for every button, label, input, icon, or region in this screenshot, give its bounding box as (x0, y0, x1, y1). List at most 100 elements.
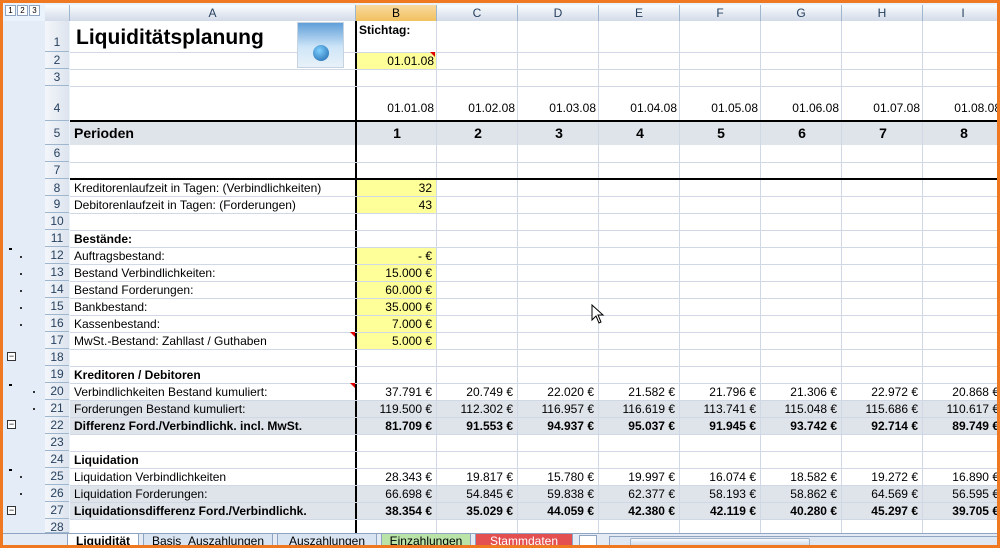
insert-sheet-icon[interactable] (579, 535, 597, 545)
date-cell[interactable]: 01.05.08 (682, 100, 758, 116)
date-cell[interactable]: 01.06.08 (763, 100, 839, 116)
row-header[interactable]: 12 (45, 247, 69, 264)
bestand-value-cell[interactable]: 35.000 € (358, 299, 432, 315)
value-cell[interactable]: 21.306 € (763, 384, 837, 400)
sheet-tab-einzahlungen[interactable]: Einzahlungen (381, 534, 471, 545)
row-header[interactable]: 15 (45, 298, 69, 315)
outline-level-3-button[interactable]: 3 (29, 5, 40, 16)
sheet-tab-auszahlungen[interactable]: Auszahlungen (277, 534, 377, 545)
row-header[interactable]: 27 (45, 502, 69, 519)
outline-collapse-button[interactable]: − (7, 352, 16, 361)
value-cell[interactable]: 20.749 € (439, 384, 513, 400)
value-cell[interactable]: 119.500 € (358, 401, 433, 417)
param-value-cell[interactable]: 43 (358, 197, 432, 213)
value-cell[interactable]: 116.619 € (601, 401, 676, 417)
value-cell[interactable]: 16.074 € (682, 469, 756, 485)
row-header[interactable]: 10 (45, 213, 69, 230)
value-cell[interactable]: 39.705 € (925, 503, 997, 519)
row-header[interactable]: 16 (45, 315, 69, 332)
column-header-a[interactable]: A (70, 5, 356, 21)
value-cell[interactable]: 91.945 € (682, 418, 756, 434)
sheet-tab-liquiditaet[interactable]: Liquidität (67, 534, 139, 545)
select-all-corner[interactable] (45, 5, 70, 21)
value-cell[interactable]: 58.862 € (763, 486, 837, 502)
value-cell[interactable]: 16.890 € (925, 469, 997, 485)
value-cell[interactable]: 21.796 € (682, 384, 756, 400)
value-cell[interactable]: 93.742 € (763, 418, 837, 434)
column-header-f[interactable]: F (680, 5, 761, 21)
row-header[interactable]: 23 (45, 434, 69, 451)
period-number[interactable]: 5 (681, 125, 761, 141)
horizontal-scrollbar[interactable] (609, 536, 997, 545)
date-cell[interactable]: 01.01.08 (358, 100, 434, 116)
value-cell[interactable]: 56.595 € (925, 486, 997, 502)
value-cell[interactable]: 115.048 € (763, 401, 838, 417)
value-cell[interactable]: 91.553 € (439, 418, 513, 434)
row-header[interactable]: 18 (45, 349, 69, 366)
row-header[interactable]: 5 (45, 121, 69, 145)
value-cell[interactable]: 115.686 € (844, 401, 919, 417)
row-header[interactable]: 3 (45, 69, 69, 86)
value-cell[interactable]: 81.709 € (358, 418, 432, 434)
value-cell[interactable]: 28.343 € (358, 469, 432, 485)
date-cell[interactable]: 01.07.08 (844, 100, 920, 116)
row-header[interactable]: 28 (45, 519, 69, 534)
value-cell[interactable]: 44.059 € (520, 503, 594, 519)
row-header[interactable]: 6 (45, 145, 69, 162)
value-cell[interactable]: 21.582 € (601, 384, 675, 400)
value-cell[interactable]: 19.997 € (601, 469, 675, 485)
value-cell[interactable]: 45.297 € (844, 503, 918, 519)
bestand-value-cell[interactable]: 5.000 € (358, 333, 432, 349)
row-header[interactable]: 17 (45, 332, 69, 349)
row-header[interactable]: 2 (45, 52, 69, 69)
row-header[interactable]: 21 (45, 400, 69, 417)
value-cell[interactable]: 54.845 € (439, 486, 513, 502)
value-cell[interactable]: 19.817 € (439, 469, 513, 485)
column-header-c[interactable]: C (437, 5, 518, 21)
value-cell[interactable]: 112.302 € (439, 401, 514, 417)
row-header[interactable]: 26 (45, 485, 69, 502)
cell-grid[interactable]: Liquiditätsplanung Stichtag: 01.01.08 01… (70, 21, 997, 533)
row-header[interactable]: 19 (45, 366, 69, 383)
row-header[interactable]: 13 (45, 264, 69, 281)
value-cell[interactable]: 35.029 € (439, 503, 513, 519)
value-cell[interactable]: 116.957 € (520, 401, 595, 417)
value-cell[interactable]: 95.037 € (601, 418, 675, 434)
date-cell[interactable]: 01.03.08 (520, 100, 596, 116)
row-header[interactable]: 4 (45, 86, 69, 121)
value-cell[interactable]: 42.380 € (601, 503, 675, 519)
outline-level-1-button[interactable]: 1 (5, 5, 16, 16)
bestand-value-cell[interactable]: 7.000 € (358, 316, 432, 332)
date-cell[interactable]: 01.08.08 (925, 100, 997, 116)
period-number[interactable]: 8 (924, 125, 997, 141)
sheet-tab-stammdaten[interactable]: Stammdaten (475, 534, 573, 545)
value-cell[interactable]: 42.119 € (682, 503, 756, 519)
outline-collapse-button[interactable]: − (7, 506, 16, 515)
value-cell[interactable]: 38.354 € (358, 503, 432, 519)
value-cell[interactable]: 37.791 € (358, 384, 432, 400)
row-header[interactable]: 25 (45, 468, 69, 485)
row-header[interactable]: 20 (45, 383, 69, 400)
value-cell[interactable]: 19.272 € (844, 469, 918, 485)
column-header-i[interactable]: I (923, 5, 997, 21)
scrollbar-thumb[interactable] (630, 538, 810, 545)
value-cell[interactable]: 89.749 € (925, 418, 997, 434)
column-header-d[interactable]: D (518, 5, 599, 21)
column-header-h[interactable]: H (842, 5, 923, 21)
value-cell[interactable]: 18.582 € (763, 469, 837, 485)
row-header[interactable]: 24 (45, 451, 69, 468)
value-cell[interactable]: 40.280 € (763, 503, 837, 519)
value-cell[interactable]: 62.377 € (601, 486, 675, 502)
outline-collapse-button[interactable]: − (7, 420, 16, 429)
row-header[interactable]: 14 (45, 281, 69, 298)
value-cell[interactable]: 22.972 € (844, 384, 918, 400)
column-header-e[interactable]: E (599, 5, 680, 21)
value-cell[interactable]: 92.714 € (844, 418, 918, 434)
row-header[interactable]: 1 (45, 21, 69, 52)
value-cell[interactable]: 64.569 € (844, 486, 918, 502)
value-cell[interactable]: 113.741 € (682, 401, 757, 417)
value-cell[interactable]: 66.698 € (358, 486, 432, 502)
period-number[interactable]: 6 (762, 125, 842, 141)
param-value-cell[interactable]: 32 (358, 180, 432, 196)
value-cell[interactable]: 58.193 € (682, 486, 756, 502)
